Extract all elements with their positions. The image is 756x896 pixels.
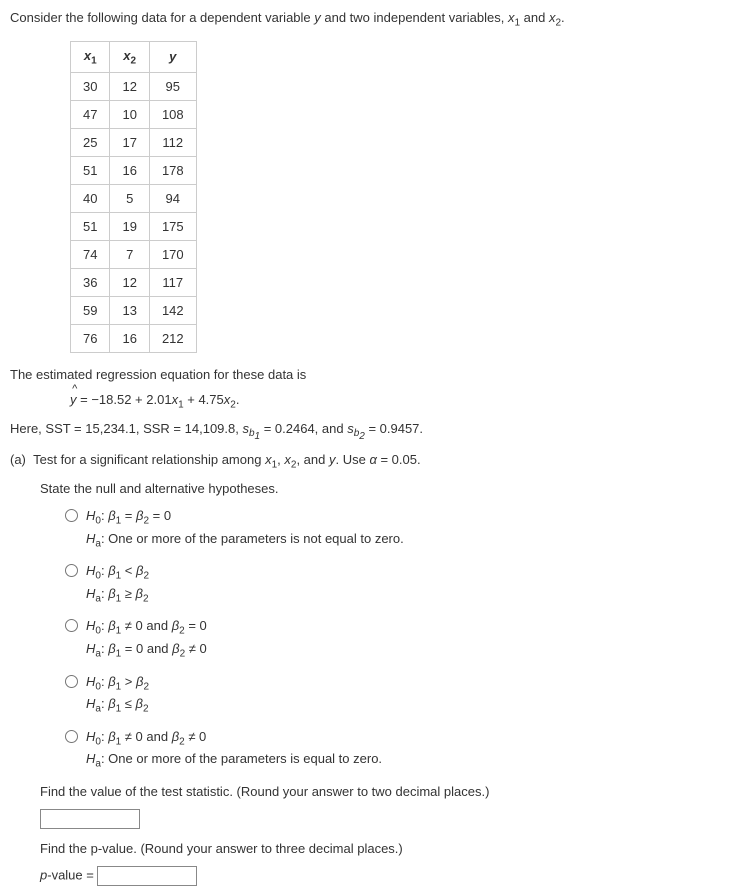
cell: 25 — [71, 129, 110, 157]
cell: 16 — [110, 325, 149, 353]
cell: 19 — [110, 213, 149, 241]
hypothesis-option-3[interactable]: H0: β1 ≠ 0 and β2 = 0 Ha: β1 = 0 and β2 … — [65, 616, 746, 661]
cell: 40 — [71, 185, 110, 213]
part-a-text: (a) Test for a significant relationship … — [10, 452, 746, 471]
table-row: 40594 — [71, 185, 197, 213]
cell: 112 — [149, 129, 196, 157]
hypothesis-option-1[interactable]: H0: β1 = β2 = 0 Ha: One or more of the p… — [65, 506, 746, 551]
cell: 170 — [149, 241, 196, 269]
cell: 108 — [149, 101, 196, 129]
radio-input[interactable] — [65, 730, 78, 743]
cell: 12 — [110, 269, 149, 297]
test-statistic-input[interactable] — [40, 809, 140, 829]
cell: 17 — [110, 129, 149, 157]
cell: 142 — [149, 297, 196, 325]
option-content: H0: β1 > β2 Ha: β1 ≤ β2 — [86, 672, 149, 717]
cell: 16 — [110, 157, 149, 185]
cell: 13 — [110, 297, 149, 325]
hypothesis-option-4[interactable]: H0: β1 > β2 Ha: β1 ≤ β2 — [65, 672, 746, 717]
cell: 94 — [149, 185, 196, 213]
estimated-text: The estimated regression equation for th… — [10, 367, 746, 382]
option-content: H0: β1 < β2 Ha: β1 ≥ β2 — [86, 561, 149, 606]
table-row: 4710108 — [71, 101, 197, 129]
table-row: 3612117 — [71, 269, 197, 297]
table-header-row: x1 x2 y — [71, 41, 197, 73]
cell: 47 — [71, 101, 110, 129]
table-row: 5913142 — [71, 297, 197, 325]
table-row: 747170 — [71, 241, 197, 269]
table-row: 2517112 — [71, 129, 197, 157]
p-value-label: p — [40, 867, 47, 882]
cell: 51 — [71, 213, 110, 241]
cell: 95 — [149, 73, 196, 101]
table-row: 5116178 — [71, 157, 197, 185]
cell: 12 — [110, 73, 149, 101]
table-row: 5119175 — [71, 213, 197, 241]
header-y: y — [149, 41, 196, 73]
option-content: H0: β1 ≠ 0 and β2 = 0 Ha: β1 = 0 and β2 … — [86, 616, 207, 661]
cell: 36 — [71, 269, 110, 297]
p-value-input[interactable] — [97, 866, 197, 886]
cell: 7 — [110, 241, 149, 269]
cell: 30 — [71, 73, 110, 101]
radio-input[interactable] — [65, 675, 78, 688]
radio-input[interactable] — [65, 564, 78, 577]
cell: 212 — [149, 325, 196, 353]
option-content: H0: β1 = β2 = 0 Ha: One or more of the p… — [86, 506, 404, 551]
header-x2: x2 — [110, 41, 149, 73]
cell: 5 — [110, 185, 149, 213]
find-test-statistic: Find the value of the test statistic. (R… — [40, 784, 746, 799]
table-row: 7616212 — [71, 325, 197, 353]
hypothesis-option-2[interactable]: H0: β1 < β2 Ha: β1 ≥ β2 — [65, 561, 746, 606]
cell: 59 — [71, 297, 110, 325]
intro-text: Consider the following data for a depend… — [10, 10, 746, 29]
header-x1: x1 — [71, 41, 110, 73]
data-table: x1 x2 y 301295 4710108 2517112 5116178 4… — [70, 41, 197, 354]
option-content: H0: β1 ≠ 0 and β2 ≠ 0 Ha: One or more of… — [86, 727, 382, 772]
table-row: 301295 — [71, 73, 197, 101]
cell: 10 — [110, 101, 149, 129]
cell: 76 — [71, 325, 110, 353]
cell: 117 — [149, 269, 196, 297]
radio-input[interactable] — [65, 619, 78, 632]
radio-input[interactable] — [65, 509, 78, 522]
hypothesis-option-5[interactable]: H0: β1 ≠ 0 and β2 ≠ 0 Ha: One or more of… — [65, 727, 746, 772]
cell: 51 — [71, 157, 110, 185]
here-text: Here, SST = 15,234.1, SSR = 14,109.8, sb… — [10, 421, 746, 443]
cell: 74 — [71, 241, 110, 269]
p-value-label-text: -value = — [47, 867, 97, 882]
find-p-value: Find the p-value. (Round your answer to … — [40, 841, 746, 856]
cell: 178 — [149, 157, 196, 185]
cell: 175 — [149, 213, 196, 241]
regression-equation: y = −18.52 + 2.01x1 + 4.75x2. — [70, 392, 746, 411]
state-hypotheses: State the null and alternative hypothese… — [40, 481, 746, 496]
